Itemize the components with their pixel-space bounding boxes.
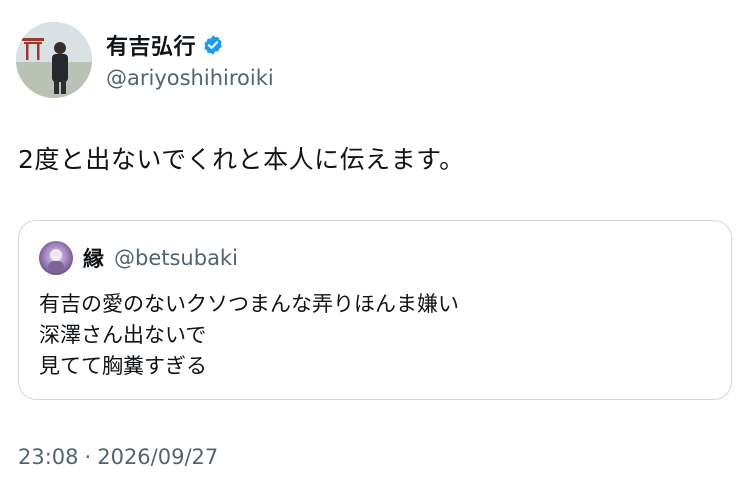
timestamp-time: 23:08 xyxy=(18,445,79,469)
author-avatar[interactable] xyxy=(16,22,92,98)
timestamp-separator: · xyxy=(84,445,92,469)
quoted-tweet-text: 有吉の愛のないクソつまんな弄りほんま嫌い 深澤さん出ないで 見てて胸糞すぎる xyxy=(39,289,459,382)
author-names: 有吉弘行 @ariyoshihiroiki xyxy=(106,30,274,90)
quoted-author-avatar[interactable] xyxy=(39,241,73,275)
quoted-author-handle[interactable]: @betsubaki xyxy=(114,246,238,270)
quoted-author-display-name[interactable]: 縁 xyxy=(83,243,104,273)
tweet-page: 有吉弘行 @ariyoshihiroiki 2度と出ないでくれと本人に伝えます。 xyxy=(0,0,750,478)
tweet-author: 有吉弘行 @ariyoshihiroiki xyxy=(16,22,274,98)
quoted-text-line: 見てて胸糞すぎる xyxy=(39,354,207,378)
display-name-row: 有吉弘行 xyxy=(106,30,274,60)
author-handle[interactable]: @ariyoshihiroiki xyxy=(106,66,274,90)
quoted-text-line: 深澤さん出ないで xyxy=(39,323,207,347)
quoted-tweet-card[interactable]: 縁 @betsubaki 有吉の愛のないクソつまんな弄りほんま嫌い 深澤さん出な… xyxy=(18,220,732,400)
quoted-text-line: 有吉の愛のないクソつまんな弄りほんま嫌い xyxy=(39,292,459,316)
verified-badge-icon xyxy=(202,34,224,56)
tweet-timestamp[interactable]: 23:08 · 2026/09/27 xyxy=(18,445,218,469)
tweet-text: 2度と出ないでくれと本人に伝えます。 xyxy=(18,145,465,174)
author-avatar-image xyxy=(16,22,92,98)
quoted-avatar-image xyxy=(39,241,73,275)
quoted-tweet-header: 縁 @betsubaki xyxy=(39,241,238,275)
timestamp-date: 2026/09/27 xyxy=(97,445,219,469)
author-display-name[interactable]: 有吉弘行 xyxy=(106,29,196,61)
